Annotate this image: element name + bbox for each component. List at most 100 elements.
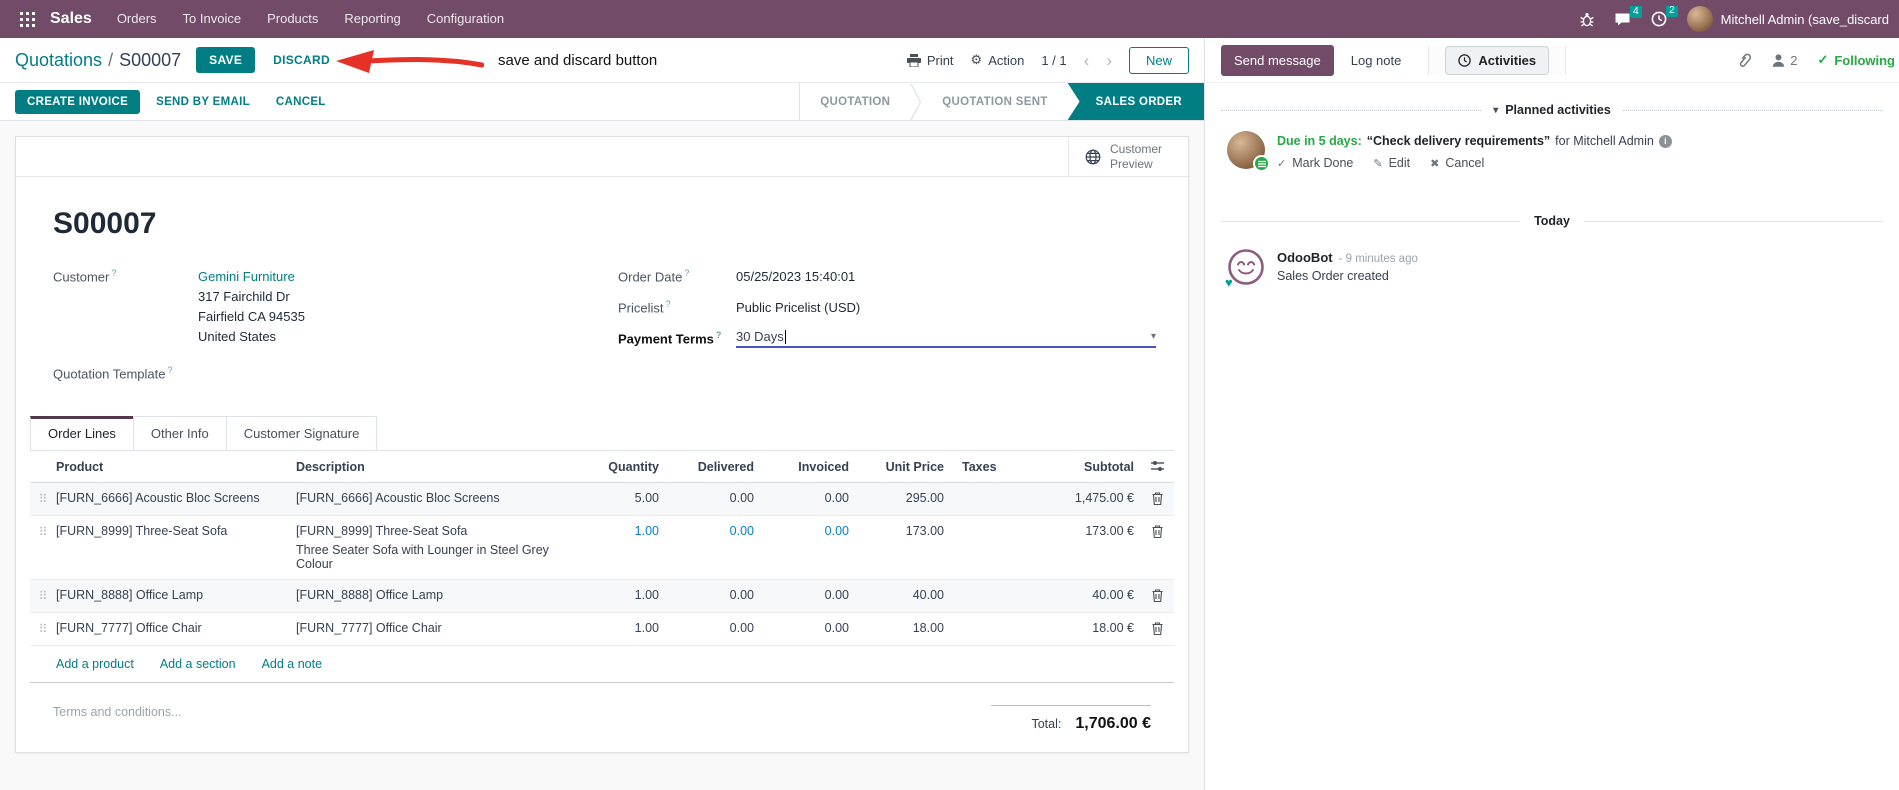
nav-item-reporting[interactable]: Reporting	[331, 0, 413, 38]
add-a-product-link[interactable]: Add a product	[56, 657, 134, 671]
header-quantity[interactable]: Quantity	[585, 460, 665, 474]
add-a-section-link[interactable]: Add a section	[160, 657, 236, 671]
customer-address-line2: Fairfield CA 94535	[198, 309, 305, 325]
delete-row-icon[interactable]	[1140, 491, 1174, 505]
new-button[interactable]: New	[1128, 46, 1189, 74]
cell-delivered[interactable]: 0.00	[665, 621, 760, 635]
cell-quantity[interactable]: 1.00	[585, 621, 665, 635]
print-button[interactable]: Print	[906, 53, 954, 68]
cell-description[interactable]: [FURN_6666] Acoustic Bloc Screens	[296, 491, 585, 505]
record-title: S00007	[53, 207, 157, 240]
debug-bug-icon[interactable]	[1579, 12, 1594, 27]
cell-description[interactable]: [FURN_7777] Office Chair	[296, 621, 585, 635]
header-description[interactable]: Description	[296, 460, 585, 474]
help-marker: ?	[684, 268, 690, 278]
payment-terms-input[interactable]: 30 Days ▾	[736, 329, 1156, 349]
header-unit-price[interactable]: Unit Price	[855, 460, 950, 474]
cell-product[interactable]: [FURN_7777] Office Chair	[56, 621, 296, 635]
create-invoice-button[interactable]: CREATE INVOICE	[15, 89, 141, 114]
cell-quantity[interactable]: 1.00	[585, 524, 665, 538]
cell-unit-price[interactable]: 173.00	[855, 524, 950, 538]
optional-columns-icon[interactable]	[1140, 460, 1174, 472]
planned-activities-toggle[interactable]: ▾ Planned activities	[1493, 103, 1611, 117]
nav-item-configuration[interactable]: Configuration	[414, 0, 517, 38]
header-subtotal[interactable]: Subtotal	[1040, 460, 1140, 474]
nav-item-orders[interactable]: Orders	[104, 0, 170, 38]
drag-handle-icon[interactable]: ⠿	[30, 491, 56, 507]
terms-and-conditions-input[interactable]: Terms and conditions...	[53, 705, 182, 719]
cell-product[interactable]: [FURN_6666] Acoustic Bloc Screens	[56, 491, 296, 505]
add-a-note-link[interactable]: Add a note	[262, 657, 322, 671]
header-delivered[interactable]: Delivered	[665, 460, 760, 474]
nav-item-to-invoice[interactable]: To Invoice	[170, 0, 255, 38]
header-taxes[interactable]: Taxes	[950, 460, 1040, 474]
cell-invoiced[interactable]: 0.00	[760, 588, 855, 602]
app-title[interactable]: Sales	[44, 10, 104, 28]
customer-link[interactable]: Gemini Furniture	[198, 267, 305, 287]
cell-description[interactable]: [FURN_8888] Office Lamp	[296, 588, 585, 602]
delete-row-icon[interactable]	[1140, 524, 1174, 538]
cell-unit-price[interactable]: 40.00	[855, 588, 950, 602]
discard-button[interactable]: DISCARD	[263, 47, 340, 73]
user-menu[interactable]: Mitchell Admin (save_discard	[1686, 6, 1889, 32]
pager-previous-icon[interactable]: ‹	[1084, 52, 1090, 69]
breadcrumb-quotations-link[interactable]: Quotations	[15, 50, 102, 70]
drag-handle-icon[interactable]: ⠿	[30, 588, 56, 604]
pricelist-value[interactable]: Public Pricelist (USD)	[736, 298, 860, 318]
header-product[interactable]: Product	[56, 460, 296, 474]
attach-files-button[interactable]	[1736, 52, 1752, 69]
cell-quantity[interactable]: 1.00	[585, 588, 665, 602]
annotation-arrow	[336, 49, 484, 73]
activities-clock-icon[interactable]: 2	[1651, 6, 1678, 27]
send-message-button[interactable]: Send message	[1221, 44, 1334, 76]
send-by-email-button[interactable]: SEND BY EMAIL	[146, 90, 260, 114]
tab-order-lines[interactable]: Order Lines	[30, 415, 133, 450]
step-sales-order[interactable]: SALES ORDER	[1067, 83, 1204, 120]
order-date-value[interactable]: 05/25/2023 15:40:01	[736, 267, 855, 287]
cell-invoiced[interactable]: 0.00	[760, 491, 855, 505]
cell-delivered[interactable]: 0.00	[665, 588, 760, 602]
mark-done-button[interactable]: ✓ Mark Done	[1277, 156, 1353, 170]
pager-next-icon[interactable]: ›	[1106, 52, 1112, 69]
action-menu-button[interactable]: ⚙ Action	[971, 52, 1025, 68]
date-divider: Today	[1205, 180, 1899, 240]
step-quotation[interactable]: QUOTATION	[800, 83, 910, 120]
order-line-row[interactable]: ⠿ [FURN_8888] Office Lamp [FURN_8888] Of…	[30, 579, 1174, 613]
info-icon[interactable]: i	[1658, 134, 1672, 148]
cell-invoiced[interactable]: 0.00	[760, 621, 855, 635]
cell-description[interactable]: [FURN_8999] Three-Seat Sofa Three Seater …	[296, 524, 585, 571]
save-button[interactable]: SAVE	[196, 47, 256, 73]
delete-row-icon[interactable]	[1140, 621, 1174, 635]
tab-other-info[interactable]: Other Info	[132, 415, 226, 450]
drag-handle-icon[interactable]: ⠿	[30, 621, 56, 637]
cell-unit-price[interactable]: 295.00	[855, 491, 950, 505]
header-invoiced[interactable]: Invoiced	[760, 460, 855, 474]
order-line-row[interactable]: ⠿ [FURN_6666] Acoustic Bloc Screens [FUR…	[30, 482, 1174, 516]
followers-button[interactable]: 2	[1772, 53, 1797, 68]
tab-customer-signature[interactable]: Customer Signature	[225, 415, 378, 450]
drag-handle-icon[interactable]: ⠿	[30, 524, 56, 540]
apps-grid-icon[interactable]	[10, 0, 44, 38]
cancel-button[interactable]: CANCEL	[266, 90, 336, 114]
cell-quantity[interactable]: 5.00	[585, 491, 665, 505]
order-line-row[interactable]: ⠿ [FURN_8999] Three-Seat Sofa [FURN_8999…	[30, 516, 1174, 580]
messages-icon[interactable]: 4	[1614, 6, 1642, 27]
following-button[interactable]: ✓ Following	[1817, 52, 1895, 68]
message-author[interactable]: OdooBot	[1277, 250, 1333, 265]
cell-product[interactable]: [FURN_8888] Office Lamp	[56, 588, 296, 602]
activities-button[interactable]: Activities	[1445, 45, 1550, 75]
cell-delivered[interactable]: 0.00	[665, 524, 760, 538]
cell-invoiced[interactable]: 0.00	[760, 524, 855, 538]
order-line-row[interactable]: ⠿ [FURN_7777] Office Chair [FURN_7777] O…	[30, 613, 1174, 646]
cell-delivered[interactable]: 0.00	[665, 491, 760, 505]
cell-unit-price[interactable]: 18.00	[855, 621, 950, 635]
step-quotation-sent[interactable]: QUOTATION SENT	[922, 83, 1067, 120]
log-note-button[interactable]: Log note	[1338, 45, 1415, 76]
cell-product[interactable]: [FURN_8999] Three-Seat Sofa	[56, 524, 296, 538]
edit-activity-button[interactable]: ✎ Edit	[1373, 156, 1410, 170]
dropdown-caret-icon[interactable]: ▾	[1151, 331, 1156, 342]
customer-preview-button[interactable]: Customer Preview	[1068, 137, 1188, 176]
nav-item-products[interactable]: Products	[254, 0, 331, 38]
delete-row-icon[interactable]	[1140, 588, 1174, 602]
cancel-activity-button[interactable]: ✖ Cancel	[1430, 156, 1484, 170]
